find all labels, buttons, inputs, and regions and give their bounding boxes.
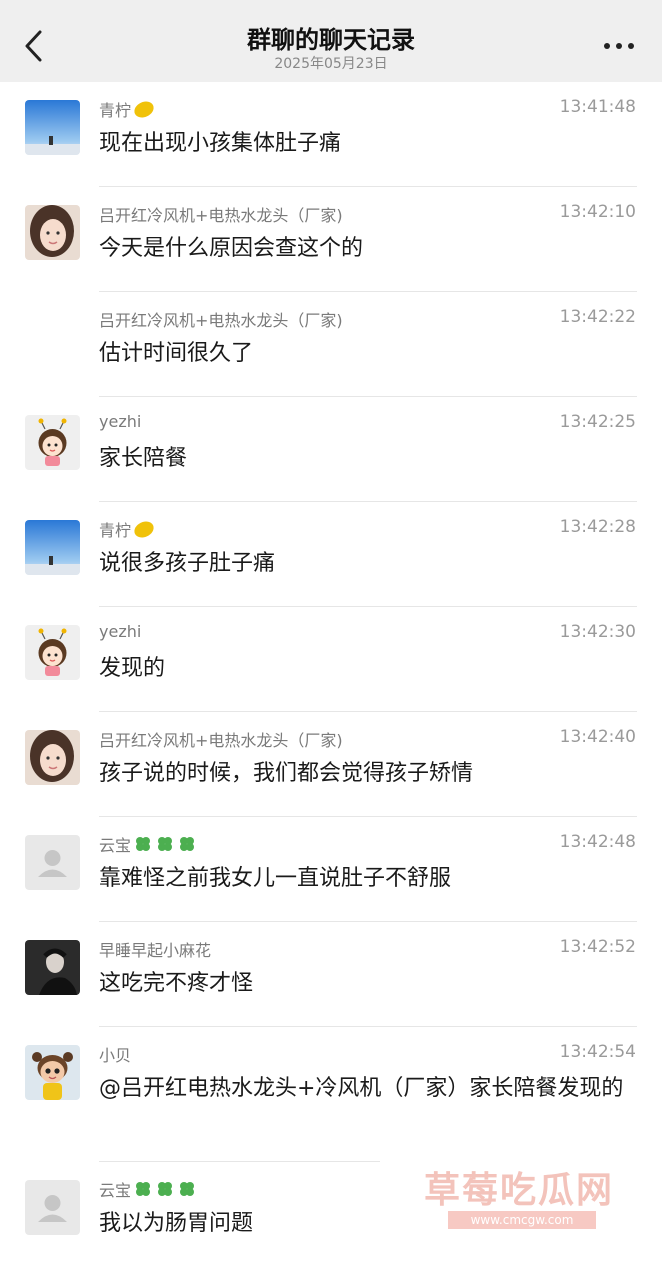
message-text: 这吃完不疼才怪 <box>99 971 254 996</box>
sender-name: 青柠 <box>99 97 157 121</box>
cartoon-girl-avatar[interactable] <box>25 625 80 680</box>
sender-name: yezhi <box>99 412 142 431</box>
message-text: 靠难怪之前我女儿一直说肚子不舒服 <box>99 866 452 891</box>
watermark-logo-text: 草莓吃瓜网 <box>424 1170 615 1211</box>
woman-photo-avatar[interactable] <box>25 205 80 260</box>
message-item[interactable]: 吕开红冷风机+电热水龙头（厂家) 13:42:10 今天是什么原因会查这个的 <box>0 187 662 292</box>
sky-photo-avatar[interactable] <box>25 100 80 155</box>
nav-bar: 群聊的聊天记录 2025年05月23日 <box>0 0 662 82</box>
sender-name: 青柠 <box>99 517 157 541</box>
message-text: 家长陪餐 <box>99 446 188 471</box>
message-time: 13:42:30 <box>559 622 636 642</box>
page-title: 群聊的聊天记录 <box>247 26 415 54</box>
clover-icon <box>180 837 195 851</box>
message-time: 13:42:28 <box>559 517 636 537</box>
clover-icon <box>158 837 173 851</box>
default-avatar[interactable] <box>25 835 80 890</box>
message-item[interactable]: yezhi 13:42:25 家长陪餐 <box>0 397 662 502</box>
message-time: 13:42:40 <box>559 727 636 747</box>
message-time: 13:42:10 <box>559 202 636 222</box>
message-item[interactable]: 早睡早起小麻花 13:42:52 这吃完不疼才怪 <box>0 922 662 1027</box>
clover-icon <box>136 837 151 851</box>
message-item[interactable]: 青柠 13:42:28 说很多孩子肚子痛 <box>0 502 662 607</box>
message-item[interactable]: 青柠 13:41:48 现在出现小孩集体肚子痛 <box>0 82 662 187</box>
sender-name: 小贝 <box>99 1046 132 1065</box>
lemon-icon <box>131 518 157 541</box>
cartoon-girl-avatar[interactable] <box>25 415 80 470</box>
message-text: 今天是什么原因会查这个的 <box>99 236 364 261</box>
message-time: 13:42:22 <box>559 307 636 327</box>
message-item[interactable]: yezhi 13:42:30 发现的 <box>0 607 662 712</box>
message-item[interactable]: 吕开红冷风机+电热水龙头（厂家) 13:42:40 孩子说的时候，我们都会觉得孩… <box>0 712 662 817</box>
sender-name: 吕开红冷风机+电热水龙头（厂家) <box>99 206 343 225</box>
watermark-url: www.cmcgw.com <box>448 1211 596 1229</box>
clover-icon <box>136 1182 151 1196</box>
message-time: 13:42:54 <box>559 1042 636 1062</box>
sender-name: 早睡早起小麻花 <box>99 941 212 960</box>
clover-icon <box>158 1182 173 1196</box>
message-time: 13:41:48 <box>559 97 636 117</box>
sender-name: 云宝 <box>99 832 197 856</box>
sender-name: yezhi <box>99 622 142 641</box>
dark-photo-avatar[interactable] <box>25 940 80 995</box>
message-text: 估计时间很久了 <box>99 341 254 366</box>
default-avatar[interactable] <box>25 1180 80 1235</box>
message-item[interactable]: 小贝 13:42:54 @吕开红电热水龙头+冷风机（厂家）家长陪餐发现的 <box>0 1027 662 1162</box>
message-time: 13:42:52 <box>559 937 636 957</box>
message-item[interactable]: 吕开红冷风机+电热水龙头（厂家) 13:42:22 估计时间很久了 <box>0 292 662 397</box>
lemon-icon <box>131 98 157 121</box>
message-text: 发现的 <box>99 656 166 681</box>
clover-icon <box>180 1182 195 1196</box>
more-icon[interactable] <box>602 36 636 56</box>
message-time: 13:42:48 <box>559 832 636 852</box>
message-text: 孩子说的时候，我们都会觉得孩子矫情 <box>99 761 474 786</box>
page-date: 2025年05月23日 <box>274 56 388 72</box>
watermark: 草莓吃瓜网 www.cmcgw.com <box>380 1155 662 1265</box>
message-text: 说很多孩子肚子痛 <box>99 551 276 576</box>
message-text: 现在出现小孩集体肚子痛 <box>99 131 342 156</box>
sender-name: 吕开红冷风机+电热水龙头（厂家) <box>99 311 343 330</box>
sender-name: 云宝 <box>99 1177 197 1201</box>
message-item[interactable]: 云宝 13:42:48 靠难怪之前我女儿一直说肚子不舒服 <box>0 817 662 922</box>
woman-photo-avatar[interactable] <box>25 730 80 785</box>
message-text: @吕开红电热水龙头+冷风机（厂家）家长陪餐发现的 <box>99 1076 624 1101</box>
sender-name: 吕开红冷风机+电热水龙头（厂家) <box>99 731 343 750</box>
cartoon-3d-avatar[interactable] <box>25 1045 80 1100</box>
sky-photo-avatar[interactable] <box>25 520 80 575</box>
message-time: 13:42:25 <box>559 412 636 432</box>
